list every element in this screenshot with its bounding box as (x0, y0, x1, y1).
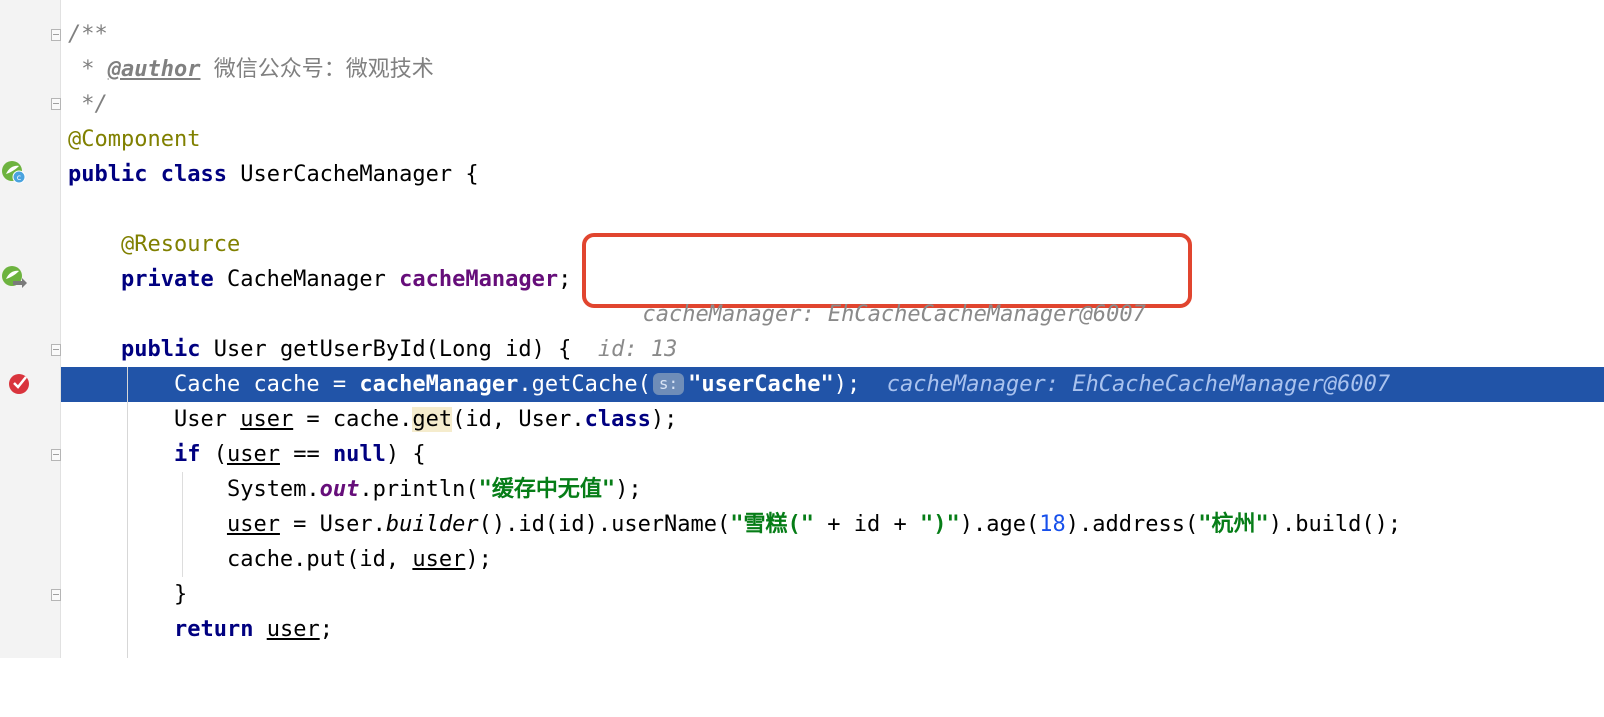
fold-marker-icon[interactable] (51, 344, 61, 356)
code-line: } (60, 577, 1604, 612)
semicolon: ; (558, 267, 572, 292)
keyword: return (173, 617, 254, 642)
keyword: class (584, 407, 651, 432)
code-text: ); (465, 547, 492, 572)
field-name: cacheManager (399, 267, 559, 292)
keyword: private (120, 267, 214, 292)
code-line: @Component (60, 122, 1604, 157)
annotation: @Resource (120, 232, 241, 257)
string-literal: "雪糕(" (730, 512, 815, 537)
code-line: /** (60, 17, 1604, 52)
method-signature: User getUserById(Long id) { (200, 337, 572, 362)
code-text: ().id(id).userName( (478, 512, 731, 537)
code-text: ); (833, 372, 861, 397)
variable: user (266, 617, 320, 642)
code-line: System.out.println("缓存中无值"); (60, 472, 1604, 507)
code-text: = User. (279, 512, 386, 537)
string-literal: "杭州" (1198, 512, 1269, 537)
code-text: ( (200, 442, 227, 467)
fold-marker-icon[interactable] (51, 589, 61, 601)
callout-hint-text: cacheManager: EhCacheCacheManager@6007 (616, 262, 1146, 327)
variable: user (226, 512, 280, 537)
string-literal: "userCache" (688, 372, 834, 397)
code-text: + id + (814, 512, 921, 537)
variable: user (226, 442, 280, 467)
code-text: == (279, 442, 333, 467)
field-name: cacheManager (359, 372, 519, 397)
static-field: out (319, 477, 360, 502)
code-text: ; (319, 617, 333, 642)
code-line: */ (60, 87, 1604, 122)
code-text: ).age( (959, 512, 1040, 537)
indent-guide (127, 367, 128, 658)
code-text: ) { (385, 442, 426, 467)
code-text: ).build(); (1268, 512, 1402, 537)
spring-bean-inject-icon[interactable] (0, 264, 30, 294)
doc-comment: /** (68, 22, 108, 47)
doc-comment: * (68, 57, 108, 82)
variable: user (240, 407, 294, 432)
code-text: User (173, 407, 241, 432)
code-line: cache.put(id, user); (60, 542, 1604, 577)
code-text: .println( (359, 477, 479, 502)
doc-comment: */ (68, 92, 108, 117)
number-literal: 18 (1039, 512, 1066, 537)
code-line: return user; (60, 612, 1604, 647)
code-line: public User getUserById(Long id) { id: 1… (60, 332, 1604, 367)
editor-gutter[interactable]: c (0, 0, 61, 658)
keyword: if (173, 442, 201, 467)
current-execution-line[interactable]: Cache cache = cacheManager.getCache(s: "u… (60, 367, 1604, 402)
code-text: (id, User. (452, 407, 585, 432)
keyword: null (332, 442, 386, 467)
string-literal: "缓存中无值" (478, 477, 616, 502)
debug-inline-value: cacheManager: EhCacheCacheManager@6007 (642, 302, 1146, 327)
code-line: User user = cache.get(id, User.class); (60, 402, 1604, 437)
code-text: Cache cache = (173, 372, 360, 397)
parameter-hint: s: (652, 373, 685, 395)
code-line: * @author 微信公众号：微观技术 (60, 52, 1604, 87)
svg-text:c: c (17, 173, 21, 182)
fold-marker-icon[interactable] (51, 29, 61, 41)
spring-bean-class-icon[interactable]: c (0, 159, 30, 189)
annotation: @Component (68, 127, 201, 152)
static-method: builder (385, 512, 479, 537)
code-text: ).address( (1065, 512, 1199, 537)
doc-author-value: 微信公众号：微观技术 (200, 57, 434, 82)
field-type: CacheManager (213, 267, 400, 292)
fold-marker-icon[interactable] (51, 98, 61, 110)
debug-inline-value: id: 13 (597, 337, 678, 362)
indent-guide (182, 472, 183, 577)
doc-author-tag: @author (107, 57, 201, 82)
class-name: UserCacheManager { (226, 162, 479, 187)
keyword: public (68, 162, 148, 187)
code-text: .getCache( (518, 372, 651, 397)
code-text: } (173, 582, 188, 607)
code-line: public class UserCacheManager { (60, 157, 1604, 192)
code-line: if (user == null) { (60, 437, 1604, 472)
keyword: public (120, 337, 201, 362)
code-text: ); (615, 477, 642, 502)
code-text: cache.put(id, (226, 547, 413, 572)
method-highlight: get (412, 407, 453, 432)
keyword: class (160, 162, 227, 187)
code-line: user = User.builder().id(id).userName("雪… (60, 507, 1604, 542)
code-text: ); (650, 407, 678, 432)
string-literal: ")" (920, 512, 960, 537)
breakpoint-icon[interactable] (6, 368, 36, 398)
code-text: = cache. (293, 407, 413, 432)
variable: user (412, 547, 466, 572)
fold-marker-icon[interactable] (51, 449, 61, 461)
debug-inline-value: cacheManager: EhCacheCacheManager@6007 (886, 372, 1391, 397)
code-text: System. (226, 477, 320, 502)
